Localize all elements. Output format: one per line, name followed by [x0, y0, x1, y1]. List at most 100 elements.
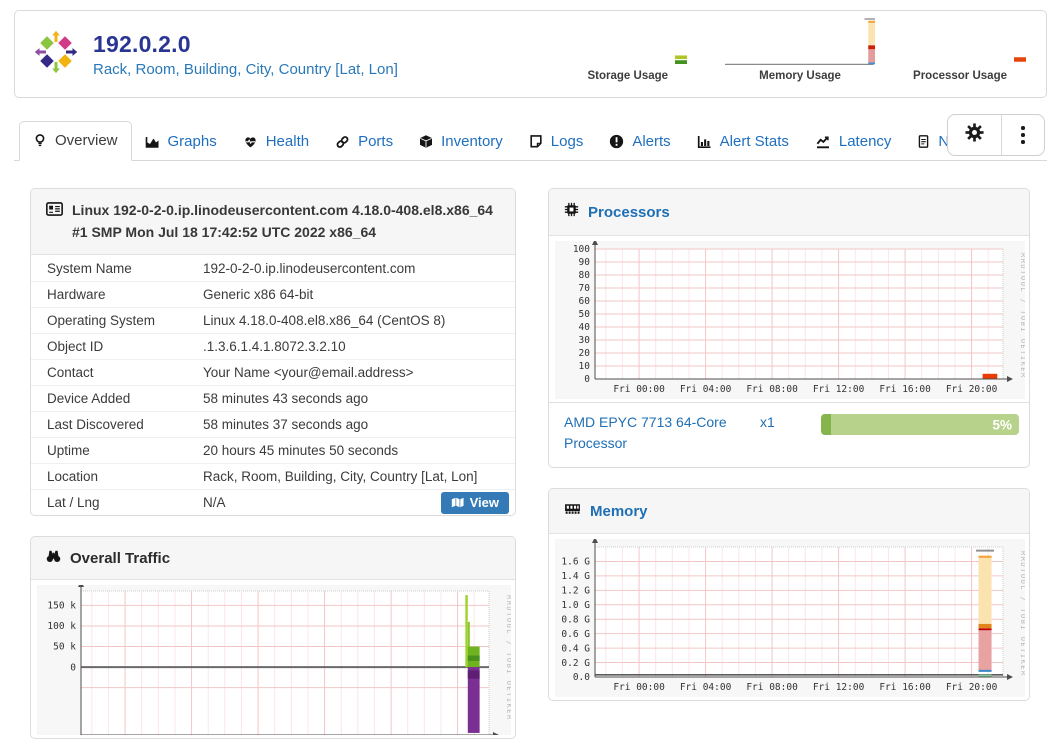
- svg-text:Fri 16:00: Fri 16:00: [879, 682, 931, 693]
- svg-text:0.8 G: 0.8 G: [561, 614, 590, 625]
- settings-button[interactable]: [948, 115, 1001, 155]
- processors-graph[interactable]: 0 10 20 30 40 50 60 70 80 90 100 Fri 00:00 Fri 04:00…: [549, 236, 1029, 402]
- tab-label: Overview: [55, 132, 118, 149]
- svg-text:0: 0: [70, 663, 76, 674]
- more-menu-button[interactable]: [1001, 115, 1044, 155]
- svg-text:Fri 08:00: Fri 08:00: [746, 682, 798, 693]
- view-button[interactable]: View: [440, 491, 509, 514]
- row-label: Uptime: [31, 436, 187, 464]
- memory-icon: [564, 502, 581, 520]
- svg-text:Fri 20:00: Fri 20:00: [946, 682, 998, 693]
- tab-health[interactable]: Health: [230, 123, 322, 161]
- svg-text:30: 30: [579, 335, 591, 346]
- memory-header: Memory: [549, 489, 1029, 534]
- svg-text:Fri 00:00: Fri 00:00: [613, 682, 665, 693]
- svg-text:150 k: 150 k: [47, 601, 76, 612]
- microchip-icon: [564, 202, 579, 222]
- row-label: Lat / Lng: [31, 488, 187, 516]
- svg-text:1.6 G: 1.6 G: [561, 557, 590, 568]
- gear-icon: [965, 123, 984, 147]
- row-value: N/A View: [187, 488, 515, 516]
- processors-header: Processors: [549, 189, 1029, 236]
- svg-text:100 k: 100 k: [47, 622, 76, 633]
- tab-label: Health: [265, 133, 310, 150]
- svg-text:Fri 04:00: Fri 04:00: [680, 682, 732, 693]
- overall-traffic-graph[interactable]: 0 50 k 100 k 150 k RRDTOOL / TOBI OETIKER: [31, 580, 515, 738]
- processors-panel: Processors 0 10 20 30 40 50 60 70 80 90 100 Fri 00:…: [548, 188, 1030, 468]
- tab-logs[interactable]: Logs: [516, 123, 597, 161]
- row-value: .1.3.6.1.4.1.8072.3.2.10: [187, 332, 515, 360]
- line-chart-icon: [815, 135, 831, 149]
- table-row: Location Rack, Room, Building, City, Coun…: [31, 462, 515, 490]
- address-card-icon: [46, 202, 63, 221]
- table-row: System Name 192-0-2-0.ip.linodeuserconten…: [31, 255, 515, 281]
- processors-title[interactable]: Processors: [588, 204, 670, 221]
- binoculars-icon: [46, 548, 61, 568]
- row-label: Object ID: [31, 332, 187, 360]
- memory-title[interactable]: Memory: [590, 503, 648, 520]
- row-value: Rack, Room, Building, City, Country [Lat…: [187, 462, 515, 490]
- svg-text:RRDTOOL / TOBI OETIKER: RRDTOOL / TOBI OETIKER: [1019, 551, 1025, 677]
- row-label: Device Added: [31, 384, 187, 412]
- centos-logo-icon: [33, 28, 79, 80]
- row-label: Location: [31, 462, 187, 490]
- cpu-usage-percent: 5%: [992, 417, 1012, 432]
- svg-text:0.4 G: 0.4 G: [561, 643, 590, 654]
- svg-text:20: 20: [579, 348, 591, 359]
- area-chart-icon: [145, 135, 160, 149]
- table-row: Last Discovered 58 minutes 37 seconds ago: [31, 410, 515, 438]
- tab-overview[interactable]: Overview: [19, 121, 132, 161]
- tab-alerts[interactable]: Alerts: [596, 123, 683, 161]
- system-info-panel: Linux 192-0-2-0.ip.linodeusercontent.com…: [30, 188, 516, 517]
- tab-latency[interactable]: Latency: [802, 123, 905, 161]
- sparkline: [1014, 55, 1026, 82]
- header-mini-graphs: Storage Usage Memory Usage Processor Usage: [588, 17, 1047, 92]
- tab-label: Graphs: [167, 133, 217, 150]
- file-lines-icon: [917, 134, 930, 149]
- svg-text:RRDTOOL / TOBI OETIKER: RRDTOOL / TOBI OETIKER: [1019, 253, 1025, 379]
- cpu-name-link[interactable]: AMD EPYC 7713 64-Core Processor: [564, 412, 732, 454]
- table-row: Device Added 58 minutes 43 seconds ago: [31, 384, 515, 412]
- row-label: Operating System: [31, 306, 187, 334]
- link-icon: [335, 135, 350, 149]
- tab-ports[interactable]: Ports: [322, 123, 406, 161]
- row-label: Last Discovered: [31, 410, 187, 438]
- device-location-link[interactable]: Rack, Room, Building, City, Country [Lat…: [93, 61, 398, 78]
- tab-inventory[interactable]: Inventory: [406, 123, 516, 161]
- memory-graph[interactable]: 0.0 0.2 G 0.4 G 0.6 G 0.8 G 1.0 G 1.2 G 1.4 G 1.…: [549, 534, 1029, 700]
- heartbeat-icon: [243, 135, 258, 149]
- row-label: Contact: [31, 358, 187, 386]
- svg-text:0.6 G: 0.6 G: [561, 629, 590, 640]
- svg-text:Fri 00:00: Fri 00:00: [613, 384, 665, 395]
- traffic-title: Overall Traffic: [70, 549, 171, 567]
- row-value: 20 hours 45 minutes 50 seconds: [187, 436, 515, 464]
- cube-icon: [419, 134, 433, 149]
- mini-graph-storage-usage[interactable]: Storage Usage: [588, 54, 688, 82]
- tab-graphs[interactable]: Graphs: [132, 123, 230, 161]
- svg-text:50: 50: [579, 309, 591, 320]
- tab-alert-stats[interactable]: Alert Stats: [684, 123, 802, 161]
- cpu-count: x1: [760, 414, 775, 430]
- sparkline: [675, 54, 688, 82]
- svg-text:10: 10: [579, 361, 591, 372]
- svg-text:Fri 08:00: Fri 08:00: [746, 384, 798, 395]
- table-row: Object ID .1.3.6.1.4.1.8072.3.2.10: [31, 332, 515, 360]
- svg-text:1.0 G: 1.0 G: [561, 600, 590, 611]
- svg-text:0.0: 0.0: [573, 672, 590, 683]
- tab-label: Logs: [550, 133, 584, 150]
- row-value: 58 minutes 43 seconds ago: [187, 384, 515, 412]
- row-label: System Name: [47, 260, 132, 276]
- mini-graph-processor-usage[interactable]: Processor Usage: [913, 55, 1026, 82]
- table-row: Hardware Generic x86 64-bit: [31, 280, 515, 308]
- sparkline: [725, 17, 876, 70]
- cpu-row: AMD EPYC 7713 64-Core Processor x1 5%: [549, 402, 1029, 467]
- note-icon: [529, 134, 543, 149]
- svg-text:40: 40: [579, 322, 591, 333]
- traffic-header: Overall Traffic: [31, 537, 515, 581]
- table-row: Uptime 20 hours 45 minutes 50 seconds: [31, 436, 515, 464]
- device-header: 192.0.2.0 Rack, Room, Building, City, Co…: [14, 10, 1047, 98]
- row-value: 58 minutes 37 seconds ago: [187, 410, 515, 438]
- svg-text:100: 100: [573, 244, 590, 255]
- mini-graph-memory-usage[interactable]: Memory Usage: [725, 17, 876, 82]
- svg-text:60: 60: [579, 296, 591, 307]
